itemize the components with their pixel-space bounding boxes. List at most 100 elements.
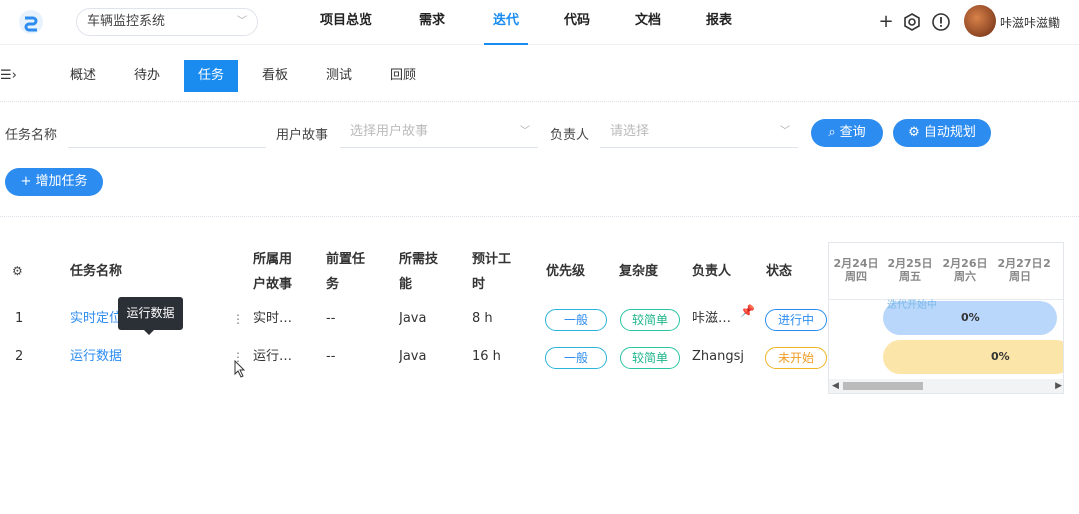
header-skill-line2: 能 — [399, 277, 413, 292]
mouse-cursor-icon — [234, 360, 246, 378]
search-icon: ⌕ — [828, 125, 836, 140]
nav-code[interactable]: 代码 — [555, 0, 599, 45]
header-story-line2: 户故事 — [253, 277, 293, 292]
story-placeholder: 选择用户故事 — [350, 124, 429, 139]
owner-cell: 咔滋… — [692, 311, 732, 326]
header-hours: 预计工 时 — [472, 244, 511, 300]
alert-icon[interactable] — [931, 12, 951, 32]
header-predecessor-line1: 前置任 — [326, 252, 366, 267]
gantt-date: 2月25日 — [887, 257, 933, 270]
divider — [829, 299, 1063, 300]
nav-reports[interactable]: 报表 — [697, 0, 741, 45]
complexity-badge[interactable]: 较简单 — [620, 347, 680, 369]
plus-icon[interactable]: + — [876, 12, 896, 32]
gantt-chart[interactable]: 2月24日 周四 2月25日 周五 2月26日 周六 2月27日 周日 2 迭代… — [828, 242, 1064, 394]
row-index: 2 — [15, 349, 24, 364]
header-task-name: 任务名称 — [70, 264, 123, 279]
settings-icon[interactable] — [902, 12, 922, 32]
nav-requirements[interactable]: 需求 — [410, 0, 454, 45]
priority-badge[interactable]: 一般 — [545, 309, 607, 331]
gantt-day: 2 — [1037, 257, 1057, 270]
gantt-bar-label: 迭代开始中 — [887, 300, 937, 311]
auto-plan-button-label: 自动规划 — [923, 125, 976, 140]
gantt-date: 2月24日 — [833, 257, 879, 270]
skill-cell: Java — [399, 311, 427, 326]
column-settings-icon[interactable]: ⚙ — [12, 264, 23, 278]
owner-label: 负责人 — [550, 128, 590, 143]
gear-icon: ⚙ — [908, 125, 920, 140]
owner-select[interactable]: 请选择 ﹀ — [600, 118, 798, 148]
gantt-bar-percent: 0% — [961, 311, 980, 324]
sub-tabs: ☰› 概述 待办 任务 看板 测试 回顾 — [0, 58, 1079, 94]
status-badge[interactable]: 未开始 — [765, 347, 827, 369]
add-task-button[interactable]: + 增加任务 — [5, 168, 103, 196]
priority-badge[interactable]: 一般 — [545, 347, 607, 369]
skill-cell: Java — [399, 349, 427, 364]
logo-icon[interactable] — [16, 9, 46, 35]
query-button[interactable]: ⌕ 查询 — [811, 119, 883, 147]
gantt-bar[interactable]: 迭代开始中 0% — [883, 300, 1057, 335]
scroll-right-icon[interactable]: ▶ — [1055, 379, 1062, 393]
row-index: 1 — [15, 311, 24, 326]
header-story-line1: 所属用 — [253, 252, 293, 267]
gantt-weekday: 周六 — [954, 270, 976, 283]
header-story: 所属用 户故事 — [253, 244, 292, 300]
task-name-input[interactable] — [68, 118, 266, 148]
story-cell: 运行… — [253, 349, 293, 364]
status-badge[interactable]: 进行中 — [765, 309, 827, 331]
query-button-label: 查询 — [839, 125, 866, 140]
gantt-day: 2月24日 周四 — [829, 257, 883, 283]
story-cell: 实时… — [253, 311, 293, 326]
header-predecessor: 前置任 务 — [326, 244, 365, 300]
gantt-bar[interactable]: 0% — [883, 340, 1063, 374]
scroll-thumb[interactable] — [843, 382, 923, 390]
header-status: 状态 — [766, 264, 793, 279]
tab-retrospective[interactable]: 回顾 — [382, 60, 424, 92]
project-name: 车辆监控系统 — [87, 14, 166, 29]
chevron-down-icon: ﹀ — [237, 16, 247, 27]
header-skill: 所需技 能 — [399, 244, 438, 300]
divider — [0, 101, 1079, 102]
story-select[interactable]: 选择用户故事 ﹀ — [340, 118, 538, 148]
hours-cell: 8 h — [472, 311, 493, 326]
auto-plan-button[interactable]: ⚙ 自动规划 — [893, 119, 991, 147]
pin-icon[interactable]: 📌 — [740, 304, 755, 318]
tab-backlog[interactable]: 待办 — [126, 60, 168, 92]
header-owner: 负责人 — [692, 264, 732, 279]
task-name-link[interactable]: 实时定位 — [70, 300, 120, 338]
owner-placeholder: 请选择 — [610, 124, 650, 139]
nav-project-overview[interactable]: 项目总览 — [310, 0, 382, 45]
gantt-weekday: 周五 — [899, 270, 921, 283]
project-select[interactable]: 车辆监控系统 ﹀ — [76, 8, 258, 36]
username[interactable]: 咔滋咔滋鳓 — [1000, 14, 1060, 31]
chevron-down-icon: ﹀ — [780, 126, 790, 137]
header-complexity: 复杂度 — [619, 264, 659, 279]
gantt-date: 2月26日 — [942, 257, 988, 270]
story-label: 用户故事 — [276, 128, 329, 143]
menu-collapse-icon[interactable]: ☰› — [0, 68, 17, 83]
table-row[interactable]: 2 运行数据 ⋮ 运行… -- Java 16 h 一般 较简单 Zhangsj… — [0, 338, 828, 376]
avatar[interactable] — [964, 5, 996, 37]
gantt-day: 2月26日 周六 — [938, 257, 992, 283]
tab-board[interactable]: 看板 — [254, 60, 296, 92]
gantt-scrollbar[interactable]: ◀ ▶ — [829, 379, 1063, 393]
header-predecessor-line2: 务 — [326, 277, 340, 292]
gantt-weekday: 周四 — [845, 270, 867, 283]
tab-overview[interactable]: 概述 — [62, 60, 104, 92]
header-priority: 优先级 — [546, 264, 586, 279]
add-task-button-label: 增加任务 — [35, 174, 88, 189]
tab-testing[interactable]: 测试 — [318, 60, 360, 92]
nav-docs[interactable]: 文档 — [626, 0, 670, 45]
gantt-weekday: 周日 — [1009, 270, 1031, 283]
divider — [0, 216, 1079, 217]
task-name-link[interactable]: 运行数据 — [70, 338, 122, 376]
complexity-badge[interactable]: 较简单 — [620, 309, 680, 331]
more-icon[interactable]: ⋮ — [232, 300, 244, 338]
predecessor-cell: -- — [326, 349, 336, 364]
task-name-label: 任务名称 — [5, 128, 58, 143]
nav-iteration[interactable]: 迭代 — [484, 0, 528, 45]
tab-tasks[interactable]: 任务 — [184, 60, 238, 92]
tooltip: 运行数据 — [118, 297, 183, 335]
chevron-down-icon: ﹀ — [520, 126, 530, 137]
scroll-left-icon[interactable]: ◀ — [832, 379, 839, 393]
